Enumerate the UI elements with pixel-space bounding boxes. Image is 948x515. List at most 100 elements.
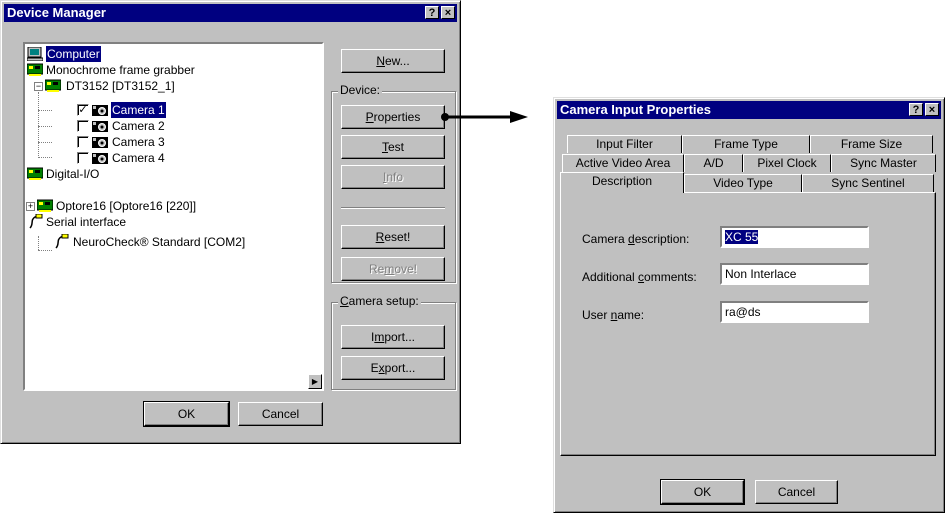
tab-input-filter[interactable]: Input Filter <box>567 135 682 153</box>
close-button[interactable]: × <box>441 6 455 19</box>
additional-comments-field[interactable]: Non Interlace <box>720 263 869 285</box>
camera-description-field[interactable]: XC 55 <box>720 226 869 248</box>
device-manager-window: Device Manager ? × Computer Monochrome f… <box>0 0 461 444</box>
tab-label: Sync Sentinel <box>831 176 905 190</box>
camera-input-titlebar: Camera Input Properties ? × <box>557 101 941 119</box>
tab-label: Input Filter <box>596 137 653 151</box>
tree-item-label: NeuroCheck® Standard [COM2] <box>73 235 246 249</box>
button-label: port... <box>384 330 416 344</box>
arrow-connector-icon <box>441 111 528 123</box>
ok-button[interactable]: OK <box>143 401 230 427</box>
group-separator <box>341 207 445 209</box>
close-icon: × <box>928 104 936 116</box>
group-label-key: C <box>340 294 349 308</box>
tree-connector <box>38 250 52 251</box>
device-group-label: Device: <box>338 83 383 97</box>
serial-icon <box>55 234 69 249</box>
button-label: m <box>384 262 395 276</box>
collapse-icon[interactable]: − <box>34 82 43 91</box>
additional-comments-label: Additional comments: <box>582 269 697 285</box>
tree-item-label: Monochrome frame grabber <box>46 63 195 77</box>
user-name-field[interactable]: ra@ds <box>720 301 869 323</box>
tab-label: Video Type <box>713 176 773 190</box>
device-tree[interactable]: Computer Monochrome frame grabber − DT31… <box>23 42 324 391</box>
reset-button[interactable]: Reset! <box>341 225 445 249</box>
tab-frame-type[interactable]: Frame Type <box>682 135 810 153</box>
button-label: ew... <box>384 54 410 68</box>
camera-2-checkbox[interactable] <box>77 120 89 132</box>
tab-label: A/D <box>703 156 724 170</box>
field-value: Non Interlace <box>725 267 797 281</box>
label-text: escription: <box>634 232 690 246</box>
help-icon: ? <box>428 7 436 19</box>
tab-frame-size[interactable]: Frame Size <box>810 135 933 153</box>
tab-label: Description <box>591 174 653 188</box>
camera-input-title: Camera Input Properties <box>560 102 711 117</box>
export-button[interactable]: Export... <box>341 356 445 380</box>
check-icon: ✓ <box>78 104 88 116</box>
info-button[interactable]: Info <box>341 165 445 189</box>
tab-label: Active Video Area <box>575 156 671 170</box>
help-button[interactable]: ? <box>425 6 439 19</box>
camera-1-checkbox[interactable]: ✓ <box>77 104 89 116</box>
tree-connector <box>38 236 39 250</box>
camera-4-checkbox[interactable] <box>77 152 89 164</box>
cancel-button[interactable]: Cancel <box>238 402 323 426</box>
tree-item-label: DT3152 [DT3152_1] <box>66 79 175 93</box>
label-text: Camera <box>582 232 629 246</box>
tree-connector <box>38 126 52 127</box>
camera-icon <box>92 153 108 164</box>
help-button[interactable]: ? <box>909 103 923 116</box>
tree-item-label: Camera 4 <box>112 151 165 165</box>
camera-input-properties-window: Camera Input Properties ? × Input Filter… <box>553 97 945 513</box>
tab-label: Sync Master <box>850 156 917 170</box>
tree-item-label: Digital-I/O <box>46 167 100 181</box>
field-value: ra@ds <box>725 305 761 319</box>
test-button[interactable]: Test <box>341 135 445 159</box>
camera-3-checkbox[interactable] <box>77 136 89 148</box>
button-label: Re <box>368 262 385 276</box>
tab-description[interactable]: Description <box>560 172 684 193</box>
group-label-text: amera setup: <box>348 294 419 308</box>
camera-icon <box>92 121 108 132</box>
tree-item-label: Optore16 [Optore16 [220]] <box>56 199 197 213</box>
tab-ad[interactable]: A/D <box>684 154 743 172</box>
board-icon <box>45 79 61 92</box>
tab-pixel-clock[interactable]: Pixel Clock <box>743 154 831 172</box>
close-button[interactable]: × <box>925 103 939 116</box>
button-label: roperties <box>373 110 421 124</box>
label-text: User <box>582 308 611 322</box>
arrow-right-icon: ▶ <box>311 377 319 386</box>
remove-button[interactable]: Remove! <box>341 257 445 281</box>
camera-icon <box>92 105 108 116</box>
help-icon: ? <box>912 104 920 116</box>
ok-button[interactable]: OK <box>660 479 745 505</box>
label-text: ame: <box>617 308 645 322</box>
tab-video-type[interactable]: Video Type <box>684 174 802 192</box>
scroll-right-button[interactable]: ▶ <box>308 374 322 389</box>
properties-button[interactable]: Properties <box>341 105 445 129</box>
tree-item-label: Camera 2 <box>112 119 165 133</box>
tab-sync-sentinel[interactable]: Sync Sentinel <box>802 174 934 192</box>
button-label: ove! <box>394 262 418 276</box>
tab-label: Frame Size <box>840 137 903 151</box>
expand-icon[interactable]: + <box>26 202 35 211</box>
tree-connector <box>38 142 52 143</box>
device-manager-titlebar: Device Manager ? × <box>4 4 457 22</box>
tab-sync-master[interactable]: Sync Master <box>831 154 936 172</box>
import-button[interactable]: Import... <box>341 325 445 349</box>
button-label: nfo <box>386 170 404 184</box>
new-button[interactable]: New... <box>341 49 445 73</box>
camera-icon <box>92 137 108 148</box>
cancel-button[interactable]: Cancel <box>755 480 838 504</box>
button-label: P <box>365 110 374 124</box>
camera-description-label: Camera description: <box>582 231 689 247</box>
tab-label: Pixel Clock <box>757 156 817 170</box>
camera-setup-group-label: Camera setup: <box>338 294 421 308</box>
tree-connector <box>38 110 52 111</box>
field-value: XC 55 <box>725 230 759 244</box>
tree-item-label: Serial interface <box>46 215 127 229</box>
tab-active-video-area[interactable]: Active Video Area <box>562 154 684 172</box>
button-label: N <box>376 54 385 68</box>
button-label: eset! <box>384 230 411 244</box>
